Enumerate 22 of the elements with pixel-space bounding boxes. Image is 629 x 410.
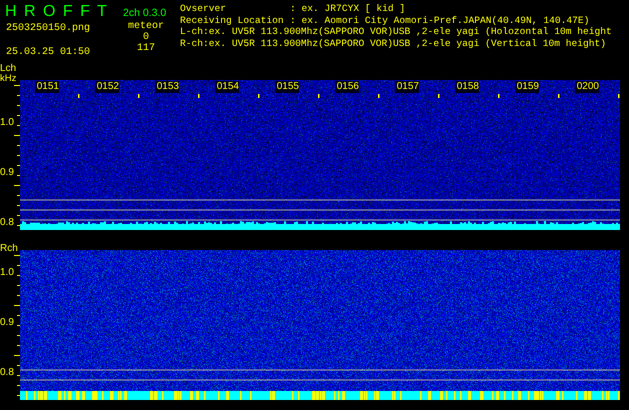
unit-label: kHz — [0, 73, 16, 84]
filename: 2503250150.png — [6, 23, 92, 34]
frequency-label: 0.8 — [0, 218, 14, 228]
info-label: Ovserver — [180, 3, 228, 14]
info-label: Receiving Location — [180, 14, 285, 26]
info-value: : ex. JR7CYX [ kid ] — [290, 3, 406, 14]
channel-info: R-ch:ex. UV5R 113.900Mhz(SAPPORO VOR)USB ,2-ele yagi (Vertical 10m height) — [180, 38, 608, 49]
frequency-label: 0.9 — [0, 318, 14, 328]
frequency-label: 1.0 — [0, 268, 14, 278]
meteor-label: meteor — [128, 21, 164, 32]
app-title: H R O F F T — [5, 3, 110, 21]
channel-info: L-ch:ex. UV5R 113.900Mhz(SAPPORO VOR)USB ,2-ele yagi (Holozontal 10m height — [180, 26, 612, 38]
info-value: : ex. Aomori City Aomori-Pref.JAPAN(40.49N, 140.47E) — [290, 14, 590, 26]
version-label: 2ch 0.3.0 — [123, 7, 166, 19]
frequency-label: 0.9 — [0, 168, 14, 178]
channel-label: Lch — [0, 63, 16, 74]
frequency-label: 0.8 — [0, 368, 14, 378]
meteor-count: 117 — [136, 43, 155, 54]
channel-label: Rch — [0, 243, 18, 254]
frequency-label: 1.0 — [0, 118, 14, 128]
datetime: 25.03.25 01:50 — [6, 47, 92, 58]
meteor-count: 0 — [142, 32, 149, 43]
